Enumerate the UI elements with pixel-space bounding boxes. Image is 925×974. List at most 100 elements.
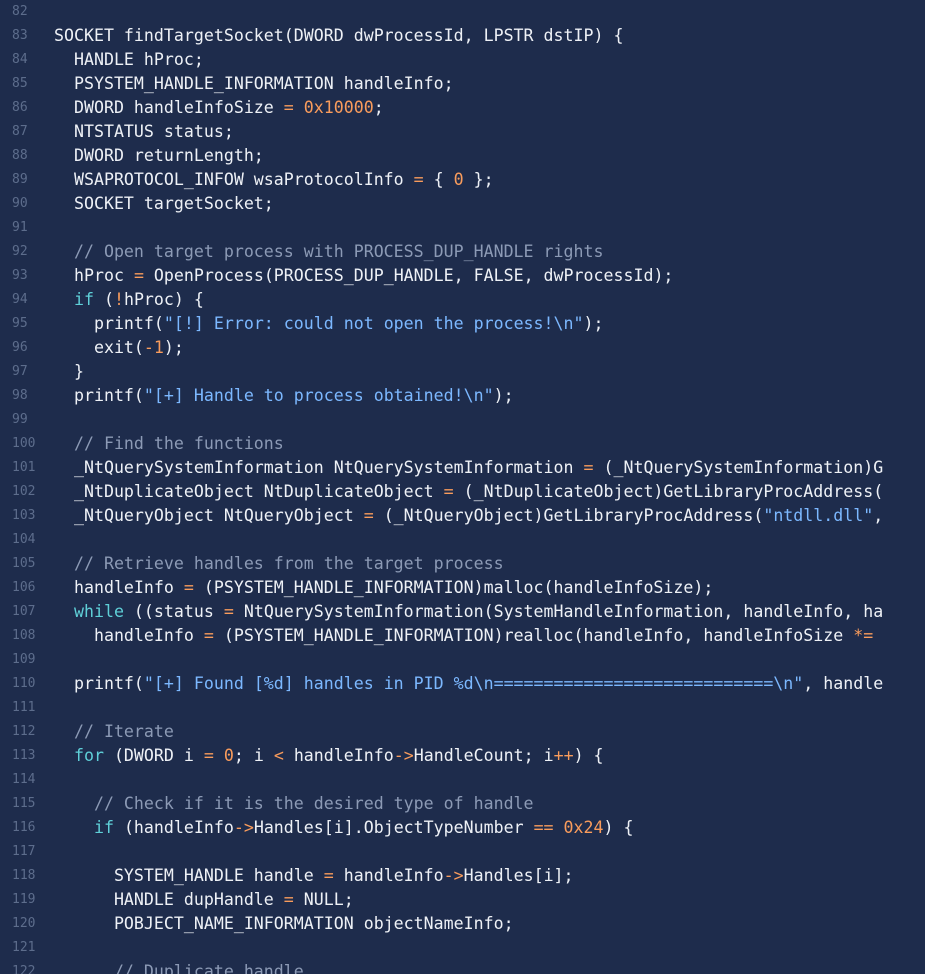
code-token: printf( [54, 386, 144, 405]
code-line[interactable]: 109 [0, 648, 925, 672]
code-line[interactable]: 82 [0, 0, 925, 24]
code-line[interactable]: 103 _NtQueryObject NtQueryObject = (_NtQ… [0, 504, 925, 528]
code-token: (handleInfo [113, 818, 234, 837]
code-text: if (!hProc) { [54, 288, 204, 312]
code-token: = [203, 626, 214, 645]
code-text: HANDLE hProc; [54, 48, 204, 72]
line-number: 82 [12, 4, 28, 19]
code-text: HANDLE dupHandle = NULL; [54, 888, 354, 912]
line-number: 117 [12, 844, 36, 859]
code-text: hProc = OpenProcess(PROCESS_DUP_HANDLE, … [54, 264, 673, 288]
code-token: hProc [54, 266, 134, 285]
code-editor[interactable]: 82 83 SOCKET findTargetSocket(DWORD dwProc… [0, 0, 925, 974]
code-token: 0x10000 [303, 98, 374, 117]
code-token: = [133, 266, 144, 285]
code-text: // Check if it is the desired type of ha… [54, 792, 534, 816]
code-line[interactable]: 98 printf("[+] Handle to process obtaine… [0, 384, 925, 408]
code-token: ); [493, 386, 514, 405]
code-line[interactable]: 86 DWORD handleInfoSize = 0x10000; [0, 96, 925, 120]
code-line[interactable]: 90 SOCKET targetSocket; [0, 192, 925, 216]
code-token: _NtDuplicateObject NtDuplicateObject [54, 482, 444, 501]
code-token: , handle [803, 674, 884, 693]
code-text: _NtQueryObject NtQueryObject = (_NtQuery… [54, 504, 883, 528]
code-line[interactable]: 100 // Find the functions [0, 432, 925, 456]
code-token: hProc) { [123, 290, 204, 309]
code-text: for (DWORD i = 0; i < handleInfo->Handle… [54, 744, 604, 768]
code-line[interactable]: 114 [0, 768, 925, 792]
code-line[interactable]: 87 NTSTATUS status; [0, 120, 925, 144]
code-line[interactable]: 113 for (DWORD i = 0; i < handleInfo->Ha… [0, 744, 925, 768]
code-line[interactable]: 85 PSYSTEM_HANDLE_INFORMATION handleInfo… [0, 72, 925, 96]
code-line[interactable]: 84 HANDLE hProc; [0, 48, 925, 72]
code-line[interactable]: 83 SOCKET findTargetSocket(DWORD dwProces… [0, 24, 925, 48]
line-number: 91 [12, 220, 28, 235]
line-number: 85 [12, 76, 28, 91]
code-token: = [323, 866, 334, 885]
code-text: printf("[!] Error: could not open the pr… [54, 312, 604, 336]
code-token: _NtQuerySystemInformation NtQuerySystemI… [54, 458, 584, 477]
code-line[interactable]: 112 // Iterate [0, 720, 925, 744]
code-line[interactable]: 111 [0, 696, 925, 720]
line-number: 87 [12, 124, 28, 139]
line-number: 107 [12, 604, 36, 619]
code-line[interactable]: 97 } [0, 360, 925, 384]
line-number: 88 [12, 148, 28, 163]
code-line[interactable]: 102 _NtDuplicateObject NtDuplicateObject… [0, 480, 925, 504]
code-line[interactable]: 108 handleInfo = (PSYSTEM_HANDLE_INFORMA… [0, 624, 925, 648]
code-line[interactable]: 107 while ((status = NtQuerySystemInform… [0, 600, 925, 624]
code-token: NTSTATUS status; [54, 122, 234, 141]
line-number: 93 [12, 268, 28, 283]
code-token: WSAPROTOCOL_INFOW wsaProtocolInfo [54, 170, 414, 189]
code-text: _NtQuerySystemInformation NtQuerySystemI… [54, 456, 883, 480]
code-line[interactable]: 93 hProc = OpenProcess(PROCESS_DUP_HANDL… [0, 264, 925, 288]
code-line[interactable]: 116 if (handleInfo->Handles[i].ObjectTyp… [0, 816, 925, 840]
code-line[interactable]: 106 handleInfo = (PSYSTEM_HANDLE_INFORMA… [0, 576, 925, 600]
code-line[interactable]: 120 POBJECT_NAME_INFORMATION objectNameI… [0, 912, 925, 936]
code-token: -> [233, 818, 254, 837]
code-token: // Find the functions [54, 434, 284, 453]
code-token: if [54, 290, 94, 309]
code-line[interactable]: 110 printf("[+] Found [%d] handles in PI… [0, 672, 925, 696]
code-line[interactable]: 95 printf("[!] Error: could not open the… [0, 312, 925, 336]
line-number: 90 [12, 196, 28, 211]
code-line[interactable]: 118 SYSTEM_HANDLE handle = handleInfo->H… [0, 864, 925, 888]
code-token: } [54, 362, 84, 381]
code-line[interactable]: 99 [0, 408, 925, 432]
code-token: "[!] Error: could not open the process!\… [163, 314, 584, 333]
code-line[interactable]: 91 [0, 216, 925, 240]
code-token: ; i [233, 746, 274, 765]
code-line[interactable]: 117 [0, 840, 925, 864]
code-line[interactable]: 122 // Duplicate handle [0, 960, 925, 974]
code-token: ! [113, 290, 124, 309]
code-token: (_NtQuerySystemInformation)G [593, 458, 884, 477]
code-token: = [413, 170, 424, 189]
line-number: 115 [12, 796, 36, 811]
code-line[interactable]: 89 WSAPROTOCOL_INFOW wsaProtocolInfo = {… [0, 168, 925, 192]
line-number: 118 [12, 868, 36, 883]
code-text: // Open target process with PROCESS_DUP_… [54, 240, 604, 264]
code-line[interactable]: 101 _NtQuerySystemInformation NtQuerySys… [0, 456, 925, 480]
code-line[interactable]: 105 // Retrieve handles from the target … [0, 552, 925, 576]
code-token: 0x24 [563, 818, 604, 837]
code-token: = [583, 458, 594, 477]
code-token: SYSTEM_HANDLE handle [54, 866, 324, 885]
code-token: = [283, 98, 294, 117]
code-token: HANDLE dupHandle [54, 890, 284, 909]
code-line[interactable]: 115 // Check if it is the desired type o… [0, 792, 925, 816]
code-line[interactable]: 96 exit(-1); [0, 336, 925, 360]
code-token: , [873, 506, 884, 525]
code-line[interactable]: 92 // Open target process with PROCESS_D… [0, 240, 925, 264]
code-line[interactable]: 88 DWORD returnLength; [0, 144, 925, 168]
code-line[interactable]: 94 if (!hProc) { [0, 288, 925, 312]
code-token: -> [443, 866, 464, 885]
code-token: HandleCount; i [413, 746, 554, 765]
code-token: if [54, 818, 114, 837]
code-token: ( [93, 290, 114, 309]
code-line[interactable]: 121 [0, 936, 925, 960]
code-line[interactable]: 119 HANDLE dupHandle = NULL; [0, 888, 925, 912]
line-number: 108 [12, 628, 36, 643]
code-token: = [363, 506, 374, 525]
code-token: SOCKET targetSocket; [54, 194, 274, 213]
code-line[interactable]: 104 [0, 528, 925, 552]
